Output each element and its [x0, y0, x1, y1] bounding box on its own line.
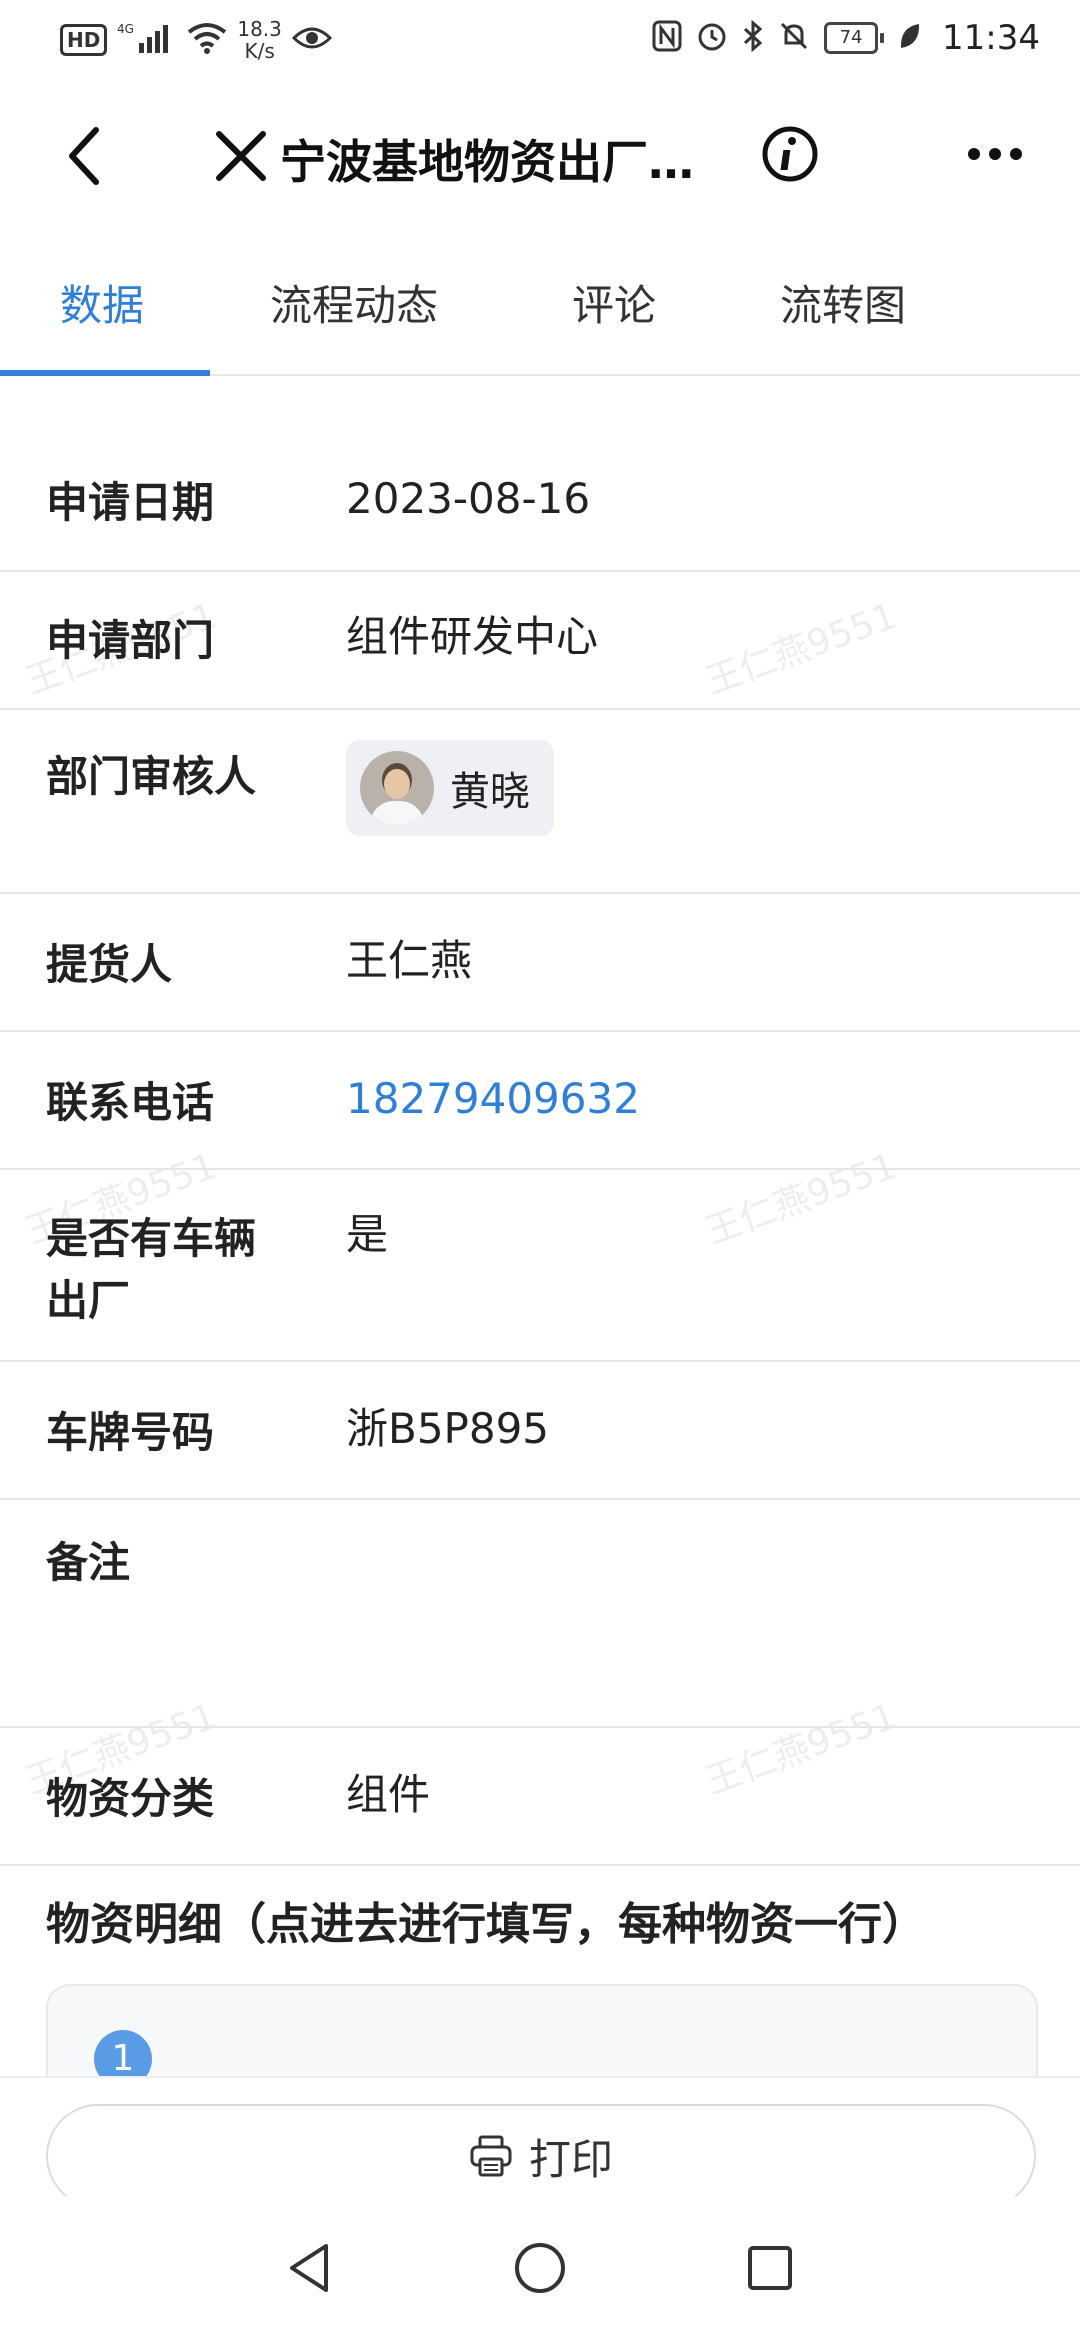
reviewer-name: 黄晓	[450, 769, 530, 815]
apply-dept-value: 组件研发中心	[346, 612, 599, 661]
category-value: 组件	[346, 1770, 431, 1819]
more-icon	[968, 148, 1022, 160]
bluetooth-icon	[742, 19, 764, 56]
form-row-apply-date: 申请日期 2023-08-16	[0, 374, 1080, 572]
tab-process[interactable]: 流程动态	[270, 272, 438, 333]
material-detail-title: 物资明细（点进去进行填写，每种物资一行）	[46, 1899, 926, 1950]
apply-date-value: 2023-08-16	[346, 474, 591, 523]
phone-link[interactable]: 18279409632	[346, 1070, 640, 1128]
leaf-icon	[898, 21, 922, 55]
nav-back-icon	[290, 2244, 328, 2292]
nav-recents-icon	[748, 2246, 792, 2290]
system-nav-bar	[0, 2196, 1080, 2340]
clock: 11:34	[942, 18, 1040, 58]
network-type: 4G	[117, 22, 134, 36]
close-button[interactable]	[206, 114, 276, 198]
picker-value: 王仁燕	[346, 936, 473, 985]
eye-icon	[291, 25, 332, 55]
form-row-remark: 备注	[0, 1500, 1080, 1728]
alarm-icon	[696, 20, 728, 56]
signal-icon: 4G	[117, 21, 177, 59]
nav-recents-button[interactable]	[734, 2232, 806, 2304]
page-title: 宁波基地物资出厂…	[280, 135, 694, 189]
nav-back-button[interactable]	[274, 2232, 346, 2304]
form-row-apply-dept: 申请部门 组件研发中心	[0, 572, 1080, 710]
nfc-icon	[652, 20, 682, 56]
avatar	[360, 751, 434, 825]
title-bar: 宁波基地物资出厂…	[0, 84, 1080, 220]
form-row-category: 物资分类 组件	[0, 1728, 1080, 1866]
printer-icon	[470, 2135, 512, 2177]
tab-bar: 数据 流程动态 评论 流转图	[0, 250, 1080, 376]
field-label: 申请部门	[46, 616, 215, 665]
tab-flowchart[interactable]: 流转图	[780, 272, 906, 333]
status-bar: HD 4G 18.3 K/s 74 11:34	[0, 0, 1080, 84]
bottom-action-bar: 打印	[0, 2076, 1080, 2208]
field-label: 部门审核人	[46, 752, 257, 801]
field-label: 申请日期	[46, 478, 215, 527]
reviewer-chip[interactable]: 黄晓	[346, 740, 554, 836]
vehicle-exit-value: 是	[346, 1210, 389, 1259]
info-icon	[762, 126, 818, 182]
nav-home-icon	[515, 2243, 565, 2293]
form-row-phone: 联系电话 18279409632	[0, 1032, 1080, 1170]
print-label: 打印	[528, 2134, 613, 2184]
battery-icon: 74	[824, 22, 885, 54]
info-button[interactable]	[760, 124, 820, 184]
back-button[interactable]	[52, 114, 116, 198]
nav-home-button[interactable]	[504, 2232, 576, 2304]
form: 申请日期 2023-08-16 申请部门 组件研发中心 部门审核人 黄晓 提货人…	[0, 374, 1080, 1866]
back-arrow-icon	[69, 127, 99, 185]
form-row-picker: 提货人 王仁燕	[0, 894, 1080, 1032]
field-label: 联系电话	[46, 1078, 215, 1127]
tab-data[interactable]: 数据	[60, 272, 144, 333]
wifi-icon	[187, 22, 227, 58]
field-label: 是否有车辆出厂	[46, 1214, 257, 1325]
mute-icon	[778, 20, 810, 56]
field-label: 提货人	[46, 940, 173, 989]
material-detail-card[interactable]: 1	[46, 1984, 1038, 2088]
print-button[interactable]: 打印	[46, 2104, 1036, 2208]
form-row-dept-reviewer: 部门审核人 黄晓	[0, 710, 1080, 894]
form-row-vehicle-exit: 是否有车辆出厂 是	[0, 1170, 1080, 1362]
field-label: 备注	[46, 1538, 131, 1587]
field-label: 车牌号码	[46, 1408, 215, 1457]
net-speed: 18.3 K/s	[237, 17, 282, 63]
plate-value: 浙B5P895	[346, 1404, 550, 1453]
close-icon	[216, 131, 266, 181]
more-button[interactable]	[960, 124, 1030, 184]
form-row-plate: 车牌号码 浙B5P895	[0, 1362, 1080, 1500]
hd-indicator: HD	[60, 24, 108, 56]
field-label: 物资分类	[46, 1774, 215, 1823]
tab-comments[interactable]: 评论	[572, 272, 656, 333]
